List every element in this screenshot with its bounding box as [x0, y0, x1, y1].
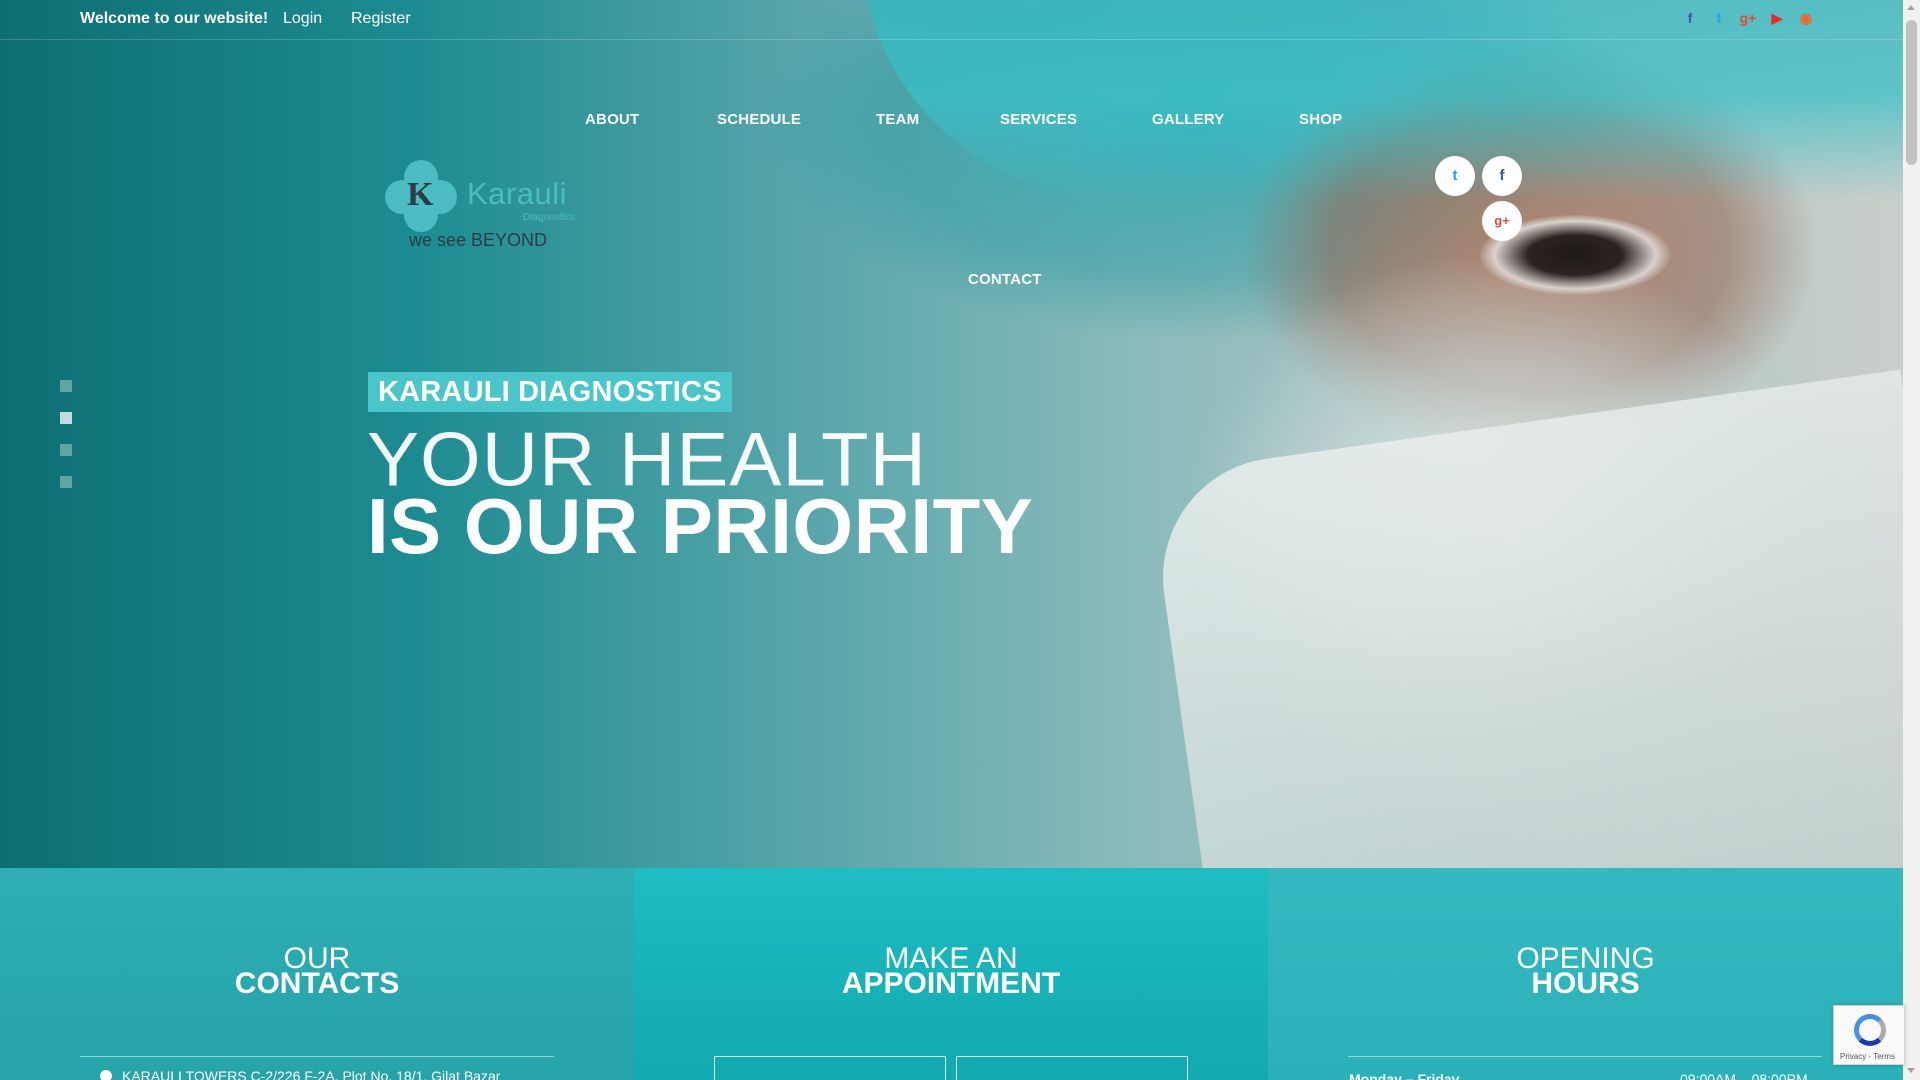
hours-day: Monday – Friday	[1349, 1071, 1460, 1080]
slider-dot-2[interactable]	[60, 412, 72, 424]
surgical-mask-shape	[1147, 369, 1903, 868]
nav-about[interactable]: ABOUT	[585, 111, 639, 128]
top-bar: Welcome to our website! Login Register f…	[0, 0, 1903, 40]
rss-icon[interactable]: ◉	[1797, 9, 1815, 27]
nav-gallery[interactable]: GALLERY	[1152, 111, 1225, 128]
appointment-name-input[interactable]	[714, 1056, 946, 1080]
appointment-email-input[interactable]	[956, 1056, 1188, 1080]
nav-team[interactable]: TEAM	[876, 111, 919, 128]
google-plus-icon[interactable]: g+	[1739, 9, 1757, 27]
site-logo[interactable]: K Karauli Diagnostics we see BEYOND	[385, 158, 575, 253]
slider-dot-3[interactable]	[60, 444, 72, 456]
nav-services[interactable]: SERVICES	[1000, 111, 1077, 128]
login-link[interactable]: Login	[283, 10, 322, 28]
map-pin-icon	[97, 1067, 115, 1080]
page-scrollbar[interactable]	[1903, 0, 1920, 1080]
hours-panel: OPENING HOURS Monday – Friday 09:00AM – …	[1268, 868, 1903, 1080]
recaptcha-badge[interactable]: Privacy - Terms	[1833, 1005, 1905, 1065]
contacts-panel: OUR CONTACTS KARAULI TOWERS C-2/226 F-2A…	[0, 868, 634, 1080]
logo-tagline: we see BEYOND	[409, 230, 548, 250]
clover-logo-icon: K	[385, 160, 457, 232]
logo-sub: Diagnostics	[523, 212, 575, 223]
twitter-icon[interactable]: t	[1710, 9, 1728, 27]
appointment-panel: MAKE AN APPOINTMENT	[634, 868, 1268, 1080]
logo-letter: K	[407, 176, 434, 213]
slider-dot-4[interactable]	[60, 476, 72, 488]
recaptcha-icon	[1854, 1014, 1886, 1046]
twitter-circle-icon[interactable]: t	[1435, 156, 1475, 196]
hero-heading-bold: IS OUR PRIORITY	[367, 482, 1034, 570]
scrollbar-thumb[interactable]	[1906, 20, 1917, 165]
scroll-up-icon[interactable]	[1907, 5, 1915, 10]
top-social-icons: f t g+ ▶ ◉	[1681, 9, 1815, 27]
google-plus-circle-icon[interactable]: g+	[1482, 201, 1522, 241]
recaptcha-text[interactable]: Privacy - Terms	[1840, 1052, 1895, 1061]
hero-background	[0, 0, 1903, 868]
facebook-icon[interactable]: f	[1681, 9, 1699, 27]
register-link[interactable]: Register	[351, 10, 411, 28]
facebook-circle-icon[interactable]: f	[1482, 156, 1522, 196]
contacts-address: KARAULI TOWERS C-2/226 F-2A, Plot No. 18…	[122, 1068, 501, 1080]
nav-contact[interactable]: CONTACT	[968, 271, 1042, 288]
logo-brand: Karauli	[467, 176, 567, 211]
contacts-title-bottom: CONTACTS	[234, 967, 400, 1000]
nav-schedule[interactable]: SCHEDULE	[717, 111, 801, 128]
nav-shop[interactable]: SHOP	[1299, 111, 1342, 128]
youtube-icon[interactable]: ▶	[1768, 9, 1786, 27]
hours-divider	[1348, 1056, 1822, 1057]
hero-badge: KARAULI DIAGNOSTICS	[368, 372, 732, 412]
hours-title-bottom: HOURS	[1531, 967, 1640, 1000]
welcome-text: Welcome to our website!	[80, 10, 269, 27]
scroll-down-icon[interactable]	[1907, 1068, 1915, 1073]
hours-time: 09:00AM – 08:00PM	[1680, 1071, 1808, 1080]
contacts-divider	[80, 1056, 554, 1057]
slider-dot-1[interactable]	[60, 380, 72, 392]
appointment-title-bottom: APPOINTMENT	[841, 967, 1061, 1000]
